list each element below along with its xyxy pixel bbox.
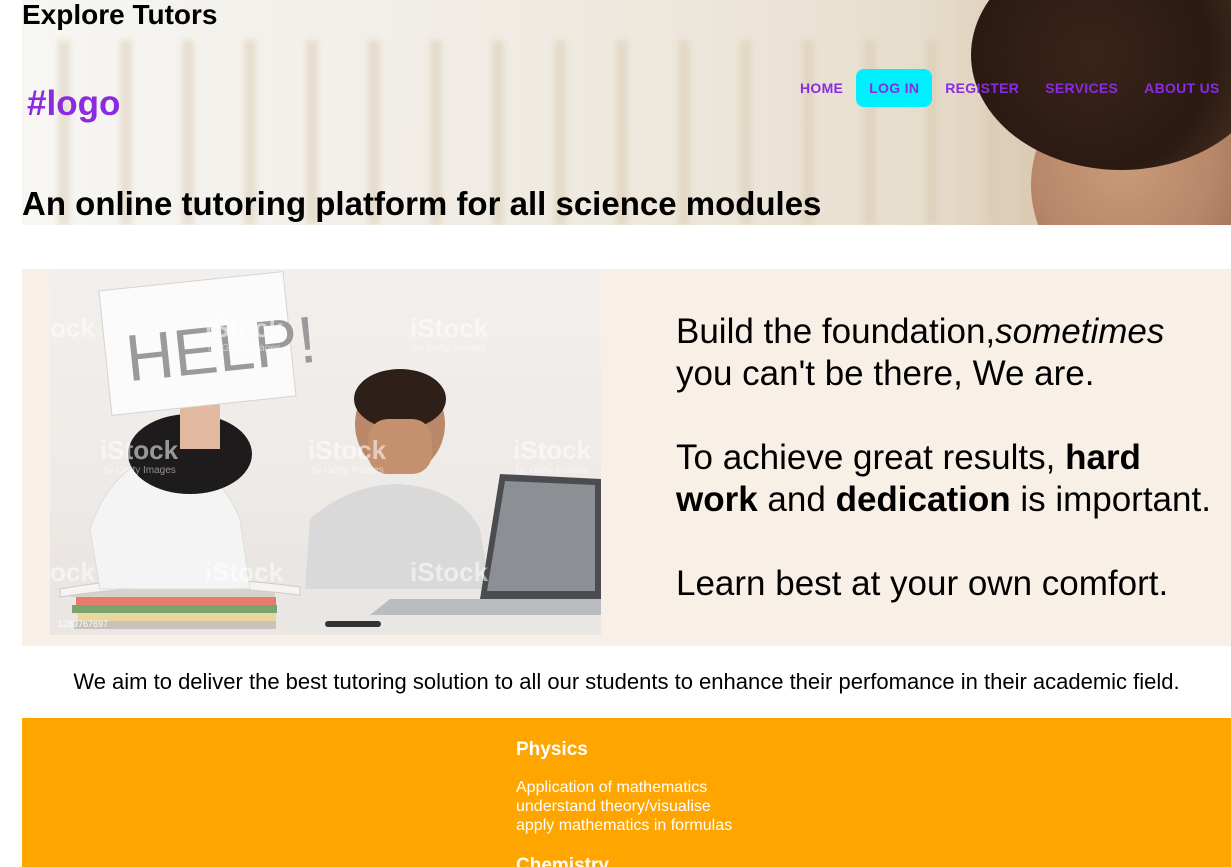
watermark-2: iStock	[410, 313, 489, 343]
nav-home[interactable]: HOME	[787, 69, 856, 107]
site-tagline: An online tutoring platform for all scie…	[22, 185, 822, 222]
subject-chemistry: Chemistry	[516, 854, 609, 867]
feature-section: HELP! ock iStock iStock iStock iStock iS…	[22, 269, 1231, 646]
watermark-sub-3: by Getty Images	[103, 465, 176, 476]
subject-point: understand theory/visualise	[516, 798, 711, 815]
subject-physics: Physics Application of mathematics under…	[516, 738, 732, 835]
we-are-text: you can't be there, We are.	[676, 354, 1095, 393]
subject-point: apply mathematics in formulas	[516, 817, 733, 834]
site-logo[interactable]: #logo	[27, 84, 120, 124]
subjects-section: Physics Application of mathematics under…	[22, 718, 1231, 867]
stock-photo: HELP! ock iStock iStock iStock iStock iS…	[50, 269, 601, 635]
important-text: is important.	[1010, 480, 1211, 519]
watermark-sub-1: by Getty Images	[208, 343, 281, 354]
svg-text:ock: ock	[50, 557, 95, 587]
nav-services[interactable]: SERVICES	[1032, 69, 1131, 107]
watermark-7: iStock	[410, 557, 489, 587]
students-help-illustration: HELP! ock iStock iStock iStock iStock iS…	[50, 271, 601, 635]
mission-statement: We aim to deliver the best tutoring solu…	[73, 669, 1180, 694]
watermark-5: iStock	[513, 435, 592, 465]
watermark-3: iStock	[100, 435, 179, 465]
subject-points: Application of mathematics understand th…	[516, 778, 732, 835]
watermark-sub-2: by Getty Images	[413, 343, 486, 354]
svg-text:ock: ock	[50, 313, 95, 343]
watermark-sub-4: by Getty Images	[311, 465, 384, 476]
subject-point: Application of mathematics	[516, 779, 708, 796]
sometimes-text: sometimes	[995, 312, 1165, 351]
nav-log-in[interactable]: LOG IN	[856, 69, 933, 107]
feature-text: Build the foundation,sometimes you can't…	[676, 311, 1216, 647]
stock-id: 1289767697	[58, 619, 108, 629]
subject-title: Chemistry	[516, 855, 609, 867]
watermark-1: iStock	[205, 313, 284, 343]
feature-paragraph-3: Learn best at your own comfort.	[676, 564, 1169, 603]
feature-paragraph-2: To achieve great results, hard work and …	[676, 437, 1216, 521]
nav-register[interactable]: REGISTER	[932, 69, 1032, 107]
site-title: Explore Tutors	[22, 0, 218, 30]
dedication-text: dedication	[835, 480, 1011, 519]
watermark-sub-5: by Getty Images	[516, 465, 589, 476]
feature-paragraph-1: Build the foundation,sometimes you can't…	[676, 311, 1216, 395]
results-text: To achieve great results,	[676, 438, 1066, 477]
and-text: and	[757, 480, 836, 519]
hero-header: Explore Tutors #logo HOME LOG IN REGISTE…	[22, 0, 1231, 225]
nav-about-us[interactable]: ABOUT US	[1131, 69, 1231, 107]
watermark-6: iStock	[205, 557, 284, 587]
watermark-4: iStock	[308, 435, 387, 465]
main-nav: HOME LOG IN REGISTER SERVICES ABOUT US	[787, 68, 1231, 108]
subject-title: Physics	[516, 739, 588, 760]
foundation-text: Build the foundation,	[676, 312, 996, 351]
